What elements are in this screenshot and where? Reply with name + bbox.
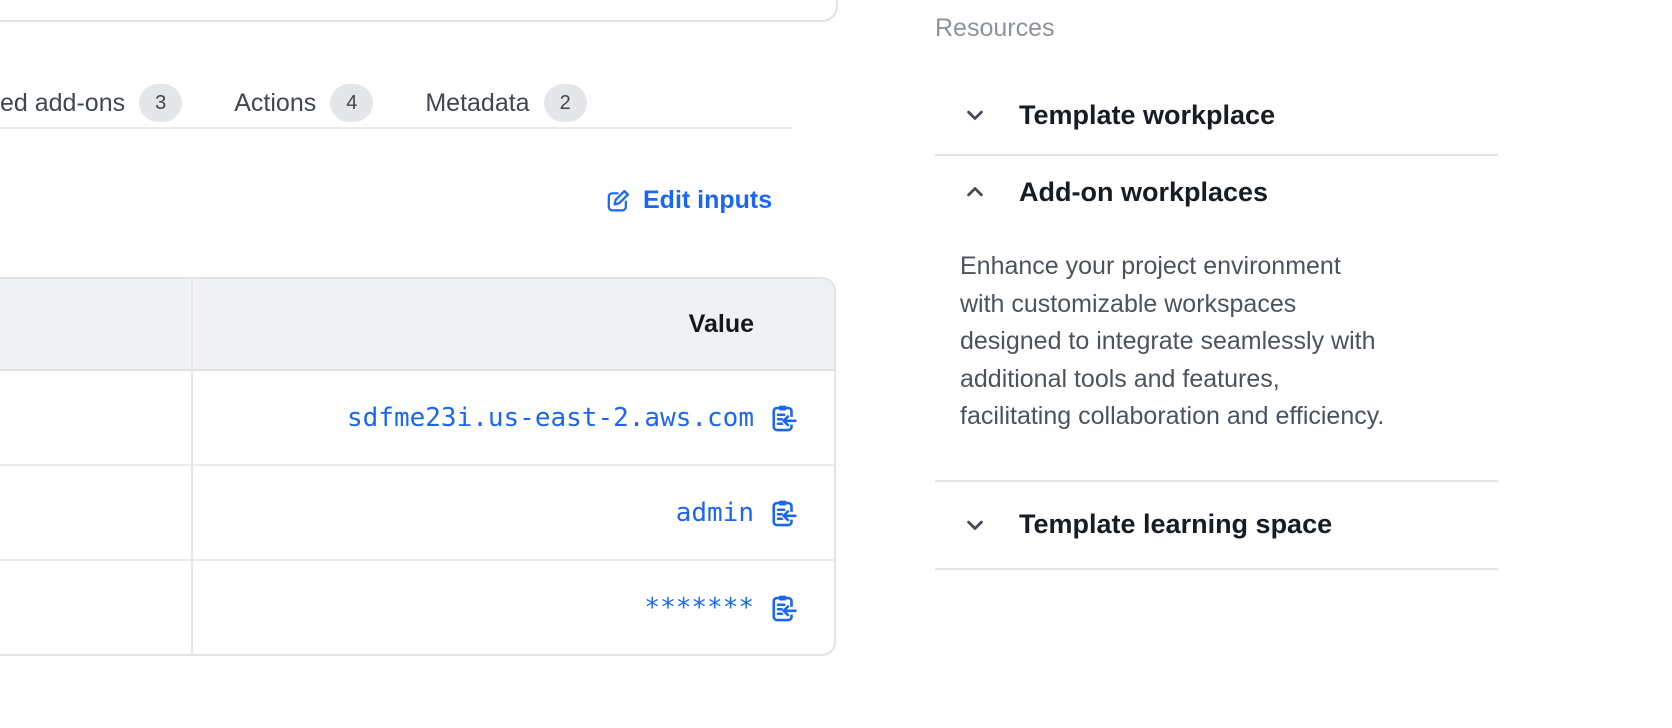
table-header-row: Value [0, 279, 834, 371]
resources-panel-title: Resources [935, 14, 1055, 43]
chevron-down-icon [961, 511, 989, 539]
section-description: Enhance your project environment with cu… [960, 248, 1390, 436]
chevron-up-icon [961, 178, 989, 206]
section-title: Template learning space [1019, 509, 1332, 540]
table-row: sdfme23i.us-east-2.aws.com [0, 371, 834, 464]
tab-count-badge: 3 [139, 84, 182, 122]
tab-label: ed add-ons [0, 89, 125, 118]
resource-section: Template workplace [935, 76, 1498, 156]
resource-section: Template learning space [935, 482, 1498, 570]
tab-label: Actions [234, 89, 316, 118]
resources-panel: Template workplace Add-on workplaces Enh… [935, 76, 1498, 570]
value-column-header: Value [689, 310, 754, 339]
row-value-username: admin [676, 498, 754, 528]
tab-count-badge: 4 [330, 84, 373, 122]
copy-icon[interactable] [768, 402, 798, 434]
resource-section: Add-on workplaces Enhance your project e… [935, 156, 1498, 482]
table-row: admin [0, 464, 834, 559]
copy-icon[interactable] [768, 497, 798, 529]
copy-icon[interactable] [768, 592, 798, 624]
row-value-password: ******* [644, 593, 754, 623]
edit-inputs-label: Edit inputs [643, 186, 772, 215]
section-header-template-learning-space[interactable]: Template learning space [935, 482, 1498, 568]
tab-metadata[interactable]: Metadata 2 [425, 84, 586, 122]
edit-inputs-button[interactable]: Edit inputs [604, 186, 772, 215]
table-column-divider [191, 279, 193, 654]
section-header-add-on-workplaces[interactable]: Add-on workplaces [935, 156, 1498, 228]
tab-installed-add-ons[interactable]: ed add-ons 3 [0, 84, 182, 122]
section-header-template-workplace[interactable]: Template workplace [935, 76, 1498, 154]
chevron-down-icon [961, 101, 989, 129]
edit-icon [604, 187, 632, 215]
row-value-url: sdfme23i.us-east-2.aws.com [347, 403, 754, 433]
page: ed add-ons 3 Actions 4 Metadata 2 Edit i… [0, 0, 1672, 728]
inputs-table: Value sdfme23i.us-east-2.aws.com admin [0, 277, 836, 656]
top-card [0, 0, 838, 22]
tab-label: Metadata [425, 89, 529, 118]
tab-bar: ed add-ons 3 Actions 4 Metadata 2 [0, 79, 793, 129]
table-row: ******* [0, 559, 834, 654]
section-title: Template workplace [1019, 100, 1275, 131]
tab-actions[interactable]: Actions 4 [234, 84, 373, 122]
tab-count-badge: 2 [544, 84, 587, 122]
section-title: Add-on workplaces [1019, 177, 1268, 208]
